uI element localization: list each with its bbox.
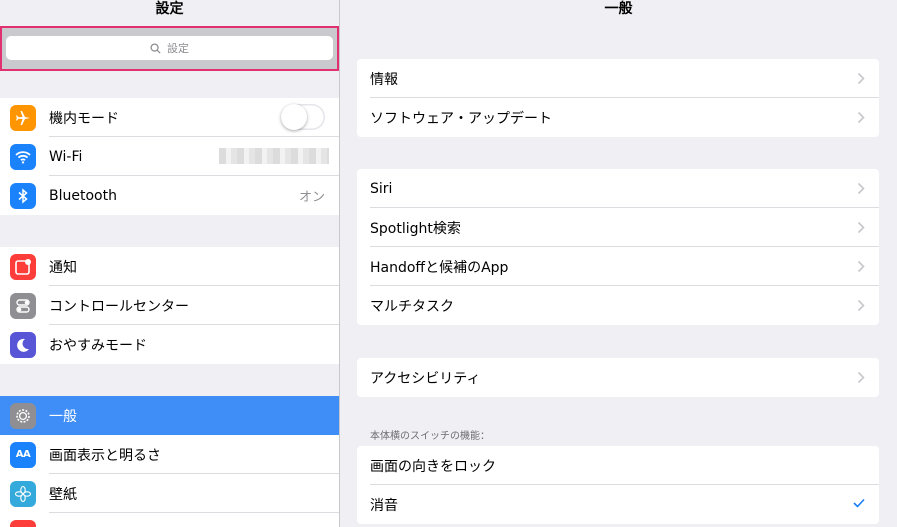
airplane-mode-toggle[interactable] <box>281 104 325 130</box>
sidebar-item-general[interactable]: 一般 <box>0 396 339 435</box>
sidebar-item-label: 通知 <box>49 259 77 276</box>
sidebar-item-notifications[interactable]: 通知 <box>0 247 339 286</box>
chevron-right-icon <box>857 371 865 384</box>
bluetooth-icon <box>10 182 36 209</box>
detail-item-label: アクセシビリティ <box>370 370 481 387</box>
sidebar-item-next-partial[interactable] <box>0 513 339 527</box>
detail-item-siri[interactable]: Siri <box>357 169 879 208</box>
sidebar-item-label: 機内モード <box>49 110 119 127</box>
sidebar-item-label: Bluetooth <box>49 187 117 204</box>
notifications-icon <box>10 253 36 280</box>
detail-item-about[interactable]: 情報 <box>357 59 879 98</box>
wifi-icon <box>10 143 36 170</box>
sidebar-group-connectivity: 機内モード Wi-Fi Bluetooth オン <box>0 98 339 215</box>
sidebar-item-label: コントロールセンター <box>49 298 189 315</box>
partial-icon <box>10 519 36 527</box>
sidebar-item-label: 一般 <box>49 408 77 425</box>
chevron-right-icon <box>857 299 865 312</box>
detail-item-mute[interactable]: 消音 <box>357 485 879 524</box>
detail-item-label: 消音 <box>370 497 398 514</box>
general-detail-pane: 一般 情報 ソフトウェア・アップデート Siri Spotlight検索 Han… <box>340 0 897 527</box>
side-switch-section-header: 本体横のスイッチの機能： <box>370 431 490 442</box>
detail-item-label: Siri <box>370 180 393 197</box>
sidebar-item-label: 壁紙 <box>49 486 77 503</box>
sidebar-item-control-center[interactable]: コントロールセンター <box>0 286 339 325</box>
settings-sidebar: 設定 設定 機内モード Wi-Fi Bluetooth オン 通知 コントロール… <box>0 0 339 527</box>
detail-item-label: Spotlight検索 <box>370 220 461 237</box>
chevron-right-icon <box>857 182 865 195</box>
moon-icon <box>10 331 36 358</box>
bluetooth-status: オン <box>298 190 325 205</box>
detail-group-accessibility: アクセシビリティ <box>357 358 879 397</box>
sidebar-group-notifications: 通知 コントロールセンター おやすみモード <box>0 247 339 364</box>
gear-icon <box>10 402 36 429</box>
blurred-network-name <box>219 148 329 164</box>
chevron-right-icon <box>857 221 865 234</box>
sidebar-group-general: 一般 AA 画面表示と明るさ 壁紙 <box>0 396 339 527</box>
detail-item-accessibility[interactable]: アクセシビリティ <box>357 358 879 397</box>
sidebar-item-wifi[interactable]: Wi-Fi <box>0 137 339 176</box>
search-placeholder: 設定 <box>167 42 189 55</box>
sidebar-item-airplane-mode[interactable]: 機内モード <box>0 98 339 137</box>
detail-item-label: ソフトウェア・アップデート <box>370 110 552 127</box>
search-area-highlight: 設定 <box>0 26 339 71</box>
sidebar-item-label: 画面表示と明るさ <box>49 447 161 464</box>
sidebar-item-wallpaper[interactable]: 壁紙 <box>0 474 339 513</box>
search-icon <box>150 42 161 54</box>
detail-item-software-update[interactable]: ソフトウェア・アップデート <box>357 98 879 137</box>
detail-item-handoff[interactable]: Handoffと候補のApp <box>357 247 879 286</box>
detail-group-about: 情報 ソフトウェア・アップデート <box>357 59 879 137</box>
wallpaper-icon <box>10 480 36 507</box>
control-center-icon <box>10 292 36 319</box>
sidebar-item-do-not-disturb[interactable]: おやすみモード <box>0 325 339 364</box>
detail-title: 一般 <box>604 1 633 17</box>
detail-item-lock-rotation[interactable]: 画面の向きをロック <box>357 446 879 485</box>
search-field[interactable]: 設定 <box>6 36 333 60</box>
detail-group-siri: Siri Spotlight検索 Handoffと候補のApp マルチタスク <box>357 169 879 325</box>
detail-item-label: 画面の向きをロック <box>370 458 496 475</box>
sidebar-item-label: おやすみモード <box>49 337 147 354</box>
chevron-right-icon <box>857 260 865 273</box>
detail-item-label: マルチタスク <box>370 298 454 315</box>
chevron-right-icon <box>857 72 865 85</box>
detail-item-multitasking[interactable]: マルチタスク <box>357 286 879 325</box>
sidebar-item-bluetooth[interactable]: Bluetooth オン <box>0 176 339 215</box>
detail-item-spotlight[interactable]: Spotlight検索 <box>357 208 879 247</box>
chevron-right-icon <box>857 111 865 124</box>
sidebar-item-display-brightness[interactable]: AA 画面表示と明るさ <box>0 435 339 474</box>
sidebar-item-label: Wi-Fi <box>49 148 83 165</box>
airplane-icon <box>10 104 36 131</box>
sidebar-title: 設定 <box>155 1 184 17</box>
toggle-knob <box>281 104 307 130</box>
detail-group-side-switch: 画面の向きをロック 消音 <box>357 446 879 524</box>
checkmark-icon <box>853 498 865 508</box>
display-icon: AA <box>10 441 36 468</box>
detail-item-label: Handoffと候補のApp <box>370 259 509 276</box>
detail-item-label: 情報 <box>370 71 398 88</box>
